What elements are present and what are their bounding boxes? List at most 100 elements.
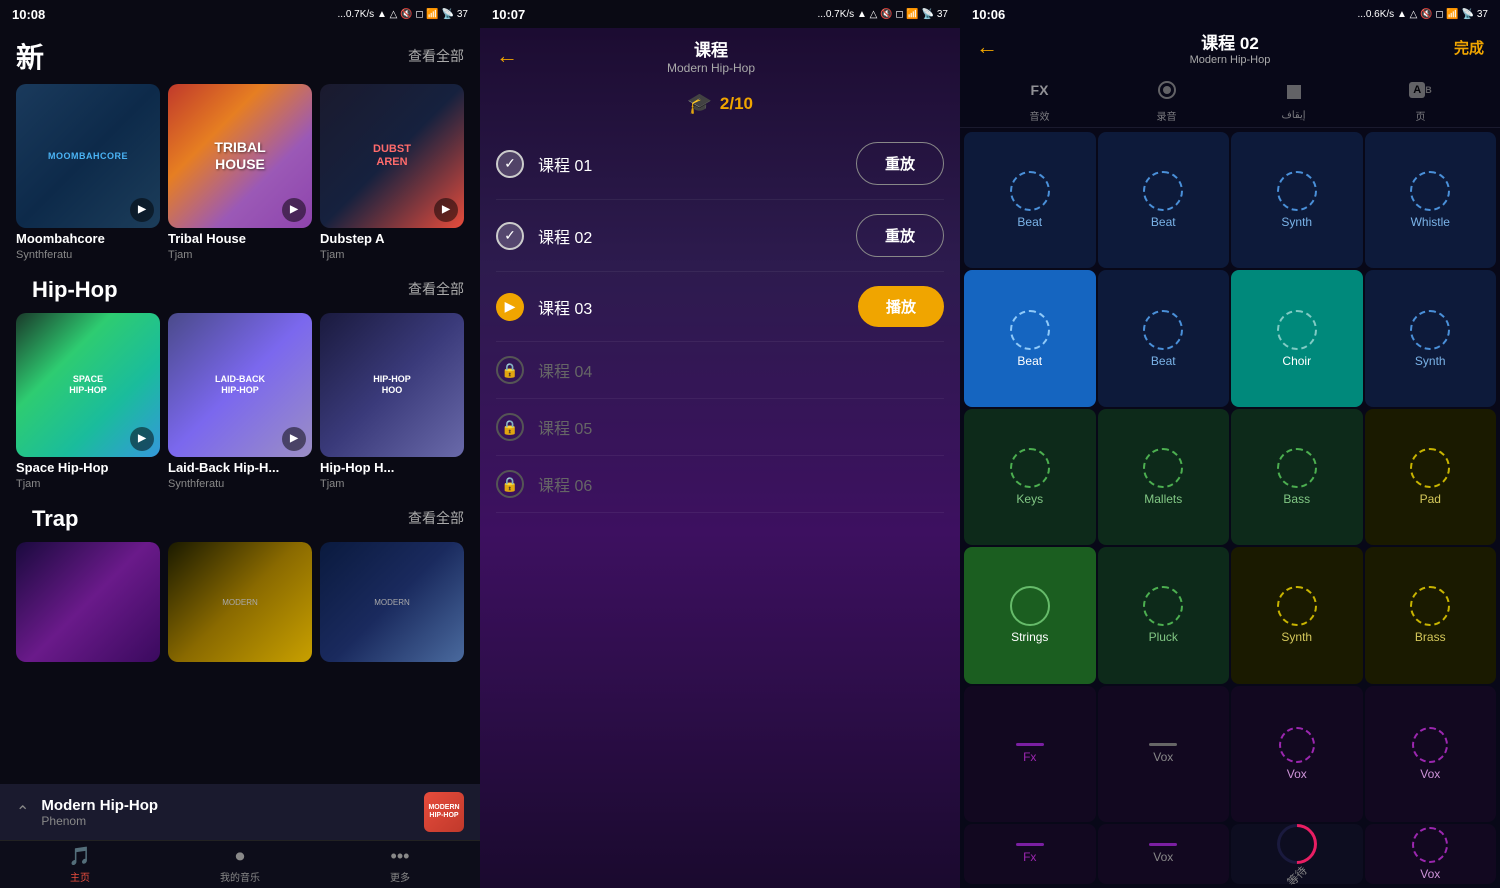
- pad-beat-1[interactable]: Beat: [964, 132, 1096, 268]
- panel2-header: ← 课程 Modern Hip-Hop: [480, 28, 960, 79]
- card-moombah-name: Moombahcore: [16, 231, 160, 246]
- toolbar-stop[interactable]: إيقاف: [1278, 76, 1310, 121]
- panel1-title: 新: [16, 36, 44, 76]
- pad-strings[interactable]: Strings: [964, 547, 1096, 683]
- pad-mallets[interactable]: Mallets: [1098, 409, 1230, 545]
- toolbar-record[interactable]: 录音: [1151, 74, 1183, 123]
- toolbar-page[interactable]: AB 页: [1405, 74, 1437, 123]
- pad-vox-4[interactable]: Vox: [1365, 824, 1497, 884]
- back-btn-panel3[interactable]: ←: [976, 34, 998, 60]
- trap-card-3[interactable]: MODERN: [320, 542, 464, 686]
- card-moombahcore[interactable]: MOOMBAHCORE ▶ Moombahcore Synthferatu: [16, 84, 160, 261]
- lesson-06-lock-icon: 🔒: [496, 470, 524, 498]
- lesson-01-replay-btn[interactable]: 重放: [856, 142, 944, 185]
- pad-fx-1[interactable]: Fx: [964, 686, 1096, 822]
- pad-circle-vox-teal: [1279, 727, 1315, 763]
- home-icon: 🎵: [69, 846, 91, 867]
- trap-card-1-img: [16, 542, 160, 662]
- pad-whistle[interactable]: Whistle: [1365, 132, 1497, 268]
- pad-beat-3[interactable]: Beat: [1098, 270, 1230, 406]
- toolbar-record-label: 录音: [1157, 108, 1177, 123]
- pad-circle-15: [1277, 586, 1317, 626]
- back-btn-panel2[interactable]: ←: [496, 43, 518, 69]
- lesson-03-play-btn[interactable]: 播放: [858, 286, 944, 327]
- pad-label-15: Synth: [1281, 630, 1312, 644]
- fx-icon: FX: [1024, 74, 1056, 106]
- play-btn-laidback[interactable]: ▶: [282, 427, 306, 451]
- pad-vox-3[interactable]: Vox: [1098, 824, 1230, 884]
- mini-player[interactable]: ⌃ Modern Hip-Hop Phenom MODERNHIP-HOP: [0, 784, 480, 840]
- lesson-04-name: 课程 04: [538, 358, 944, 382]
- play-btn-moombah[interactable]: ▶: [130, 198, 154, 222]
- hiphop-section-header: Hip-Hop 查看全部: [0, 269, 480, 309]
- lesson-02-check-icon: ✓: [496, 222, 524, 250]
- toolbar-fx[interactable]: FX 音效: [1024, 74, 1056, 123]
- status-bar-1: 10:08 ...0.7K/s ▲ △ 🔇 ◻ 📶 📡 37: [0, 0, 480, 28]
- stop-icon: [1278, 76, 1310, 108]
- trap-card-1[interactable]: [16, 542, 160, 686]
- play-btn-dubstep[interactable]: ▶: [434, 198, 458, 222]
- page-icon: AB: [1405, 74, 1437, 106]
- pad-vox-2[interactable]: Vox: [1365, 686, 1497, 822]
- pad-beat-active[interactable]: Beat: [964, 270, 1096, 406]
- card-hiphop-h[interactable]: HIP-HOPHOO Hip-Hop H... Tjam: [320, 313, 464, 490]
- nav-mymusic-label: 我的音乐: [220, 869, 260, 884]
- pad-keys[interactable]: Keys: [964, 409, 1096, 545]
- pad-waiting[interactable]: 等待: [1231, 824, 1363, 884]
- nav-home-label: 主页: [70, 869, 90, 884]
- pad-bass[interactable]: Bass: [1231, 409, 1363, 545]
- pad-brass[interactable]: Brass: [1365, 547, 1497, 683]
- card-tribal[interactable]: TRIBALHOUSE ▶ Tribal House Tjam: [168, 84, 312, 261]
- nav-more[interactable]: ••• 更多: [320, 841, 480, 888]
- pad-synth-1[interactable]: Synth: [1231, 132, 1363, 268]
- pad-pad[interactable]: Pad: [1365, 409, 1497, 545]
- lesson-item-01[interactable]: ✓ 课程 01 重放: [496, 128, 944, 200]
- pad-label-18: Vox: [1153, 750, 1173, 764]
- card-laidback-author: Synthferatu: [168, 478, 312, 490]
- pad-label-21: Fx: [1023, 850, 1036, 864]
- card-space-hiphop[interactable]: SPACEHIP-HOP ▶ Space Hip-Hop Tjam: [16, 313, 160, 490]
- view-all-hiphop[interactable]: 查看全部: [408, 279, 464, 299]
- pad-label-7: Choir: [1282, 354, 1311, 368]
- pad-circle-11: [1277, 448, 1317, 488]
- card-moombah-author: Synthferatu: [16, 249, 160, 261]
- pad-beat-2[interactable]: Beat: [1098, 132, 1230, 268]
- status-icons-1: ...0.7K/s ▲ △ 🔇 ◻ 📶 📡 37: [338, 9, 469, 20]
- mini-player-subtitle: Phenom: [41, 814, 412, 828]
- pad-vox-1[interactable]: Vox: [1098, 686, 1230, 822]
- status-icons-2: ...0.7K/s ▲ △ 🔇 ◻ 📶 📡 37: [818, 9, 949, 20]
- lesson-list: ✓ 课程 01 重放 ✓ 课程 02 重放 ▶ 课程 03 播放 🔒 课程 04…: [480, 124, 960, 888]
- lesson-item-02[interactable]: ✓ 课程 02 重放: [496, 200, 944, 272]
- toolbar-fx-label: 音效: [1030, 108, 1050, 123]
- card-laidback[interactable]: LAID-BACKHIP-HOP ▶ Laid-Back Hip-H... Sy…: [168, 313, 312, 490]
- pad-synth-2[interactable]: Synth: [1365, 270, 1497, 406]
- play-btn-tribal[interactable]: ▶: [282, 198, 306, 222]
- nav-home[interactable]: 🎵 主页: [0, 841, 160, 888]
- fx-line-2: [1149, 743, 1177, 746]
- nav-my-music[interactable]: ⏺ 我的音乐: [160, 841, 320, 888]
- pad-pluck[interactable]: Pluck: [1098, 547, 1230, 683]
- more-icon: •••: [391, 846, 410, 867]
- pad-choir[interactable]: Choir: [1231, 270, 1363, 406]
- graduation-icon: 🎓: [687, 91, 712, 116]
- pad-label-10: Mallets: [1144, 492, 1182, 506]
- pad-label-13: Strings: [1011, 630, 1048, 644]
- panel-sound-pads: 10:06 ...0.6K/s ▲ △ 🔇 ◻ 📶 📡 37 ← 课程 02 M…: [960, 0, 1500, 888]
- pad-circle-5: [1010, 310, 1050, 350]
- pad-synth-3[interactable]: Synth: [1231, 547, 1363, 683]
- view-all-new[interactable]: 查看全部: [408, 46, 464, 66]
- card-moombah-img: MOOMBAHCORE ▶: [16, 84, 160, 228]
- pad-fx-2[interactable]: Fx: [964, 824, 1096, 884]
- trap-card-2[interactable]: MODERN: [168, 542, 312, 686]
- card-dubstep[interactable]: DUBSTAREN ▶ Dubstep A Tjam: [320, 84, 464, 261]
- new-cards-row: MOOMBAHCORE ▶ Moombahcore Synthferatu TR…: [0, 80, 480, 269]
- play-btn-space[interactable]: ▶: [130, 427, 154, 451]
- pad-circle-9: [1010, 448, 1050, 488]
- panel2-title-block: 课程 Modern Hip-Hop: [667, 36, 755, 75]
- done-btn[interactable]: 完成: [1454, 37, 1484, 58]
- pad-vox-teal[interactable]: Vox: [1231, 686, 1363, 822]
- lesson-item-03[interactable]: ▶ 课程 03 播放: [496, 272, 944, 342]
- view-all-trap[interactable]: 查看全部: [408, 508, 464, 528]
- status-icons-3: ...0.6K/s ▲ △ 🔇 ◻ 📶 📡 37: [1358, 9, 1489, 20]
- lesson-02-replay-btn[interactable]: 重放: [856, 214, 944, 257]
